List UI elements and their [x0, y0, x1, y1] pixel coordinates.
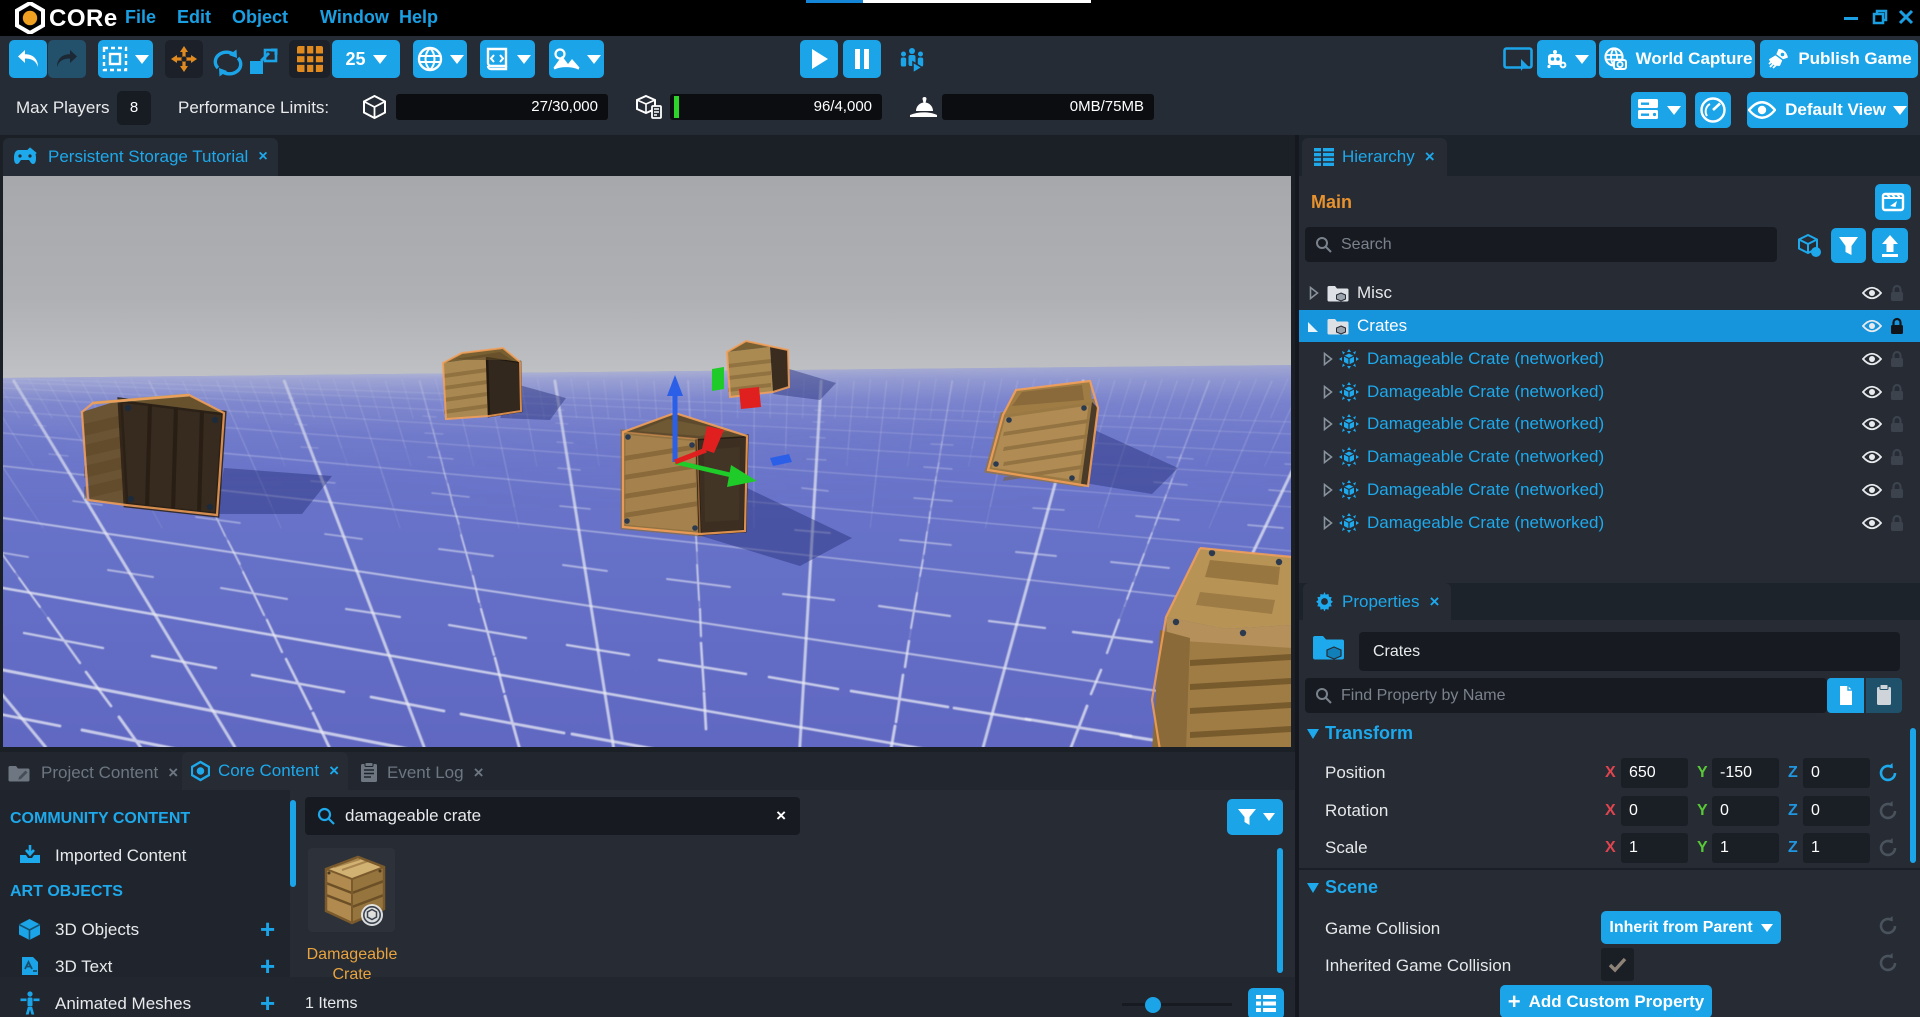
svg-text:CORe: CORe [49, 5, 118, 32]
